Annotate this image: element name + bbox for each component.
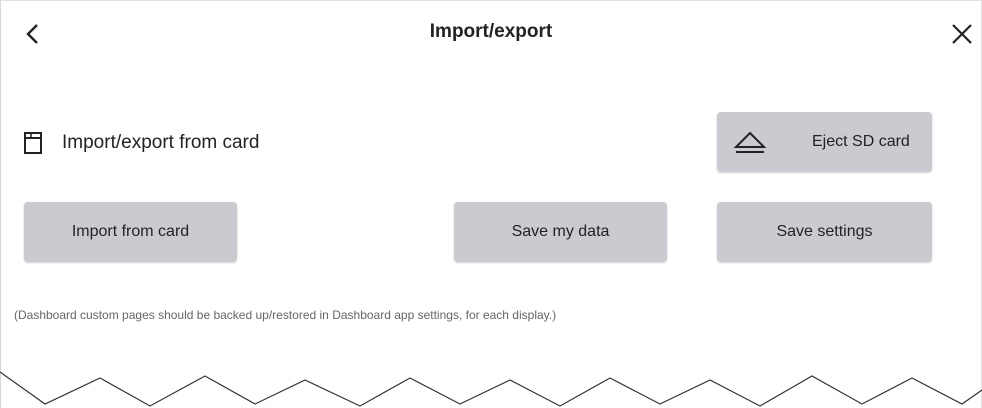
top-bar: Import/export — [0, 0, 982, 70]
import-from-card-button[interactable]: Import from card — [24, 202, 237, 262]
save-my-data-button[interactable]: Save my data — [454, 202, 667, 262]
card-section-label: Import/export from card — [62, 132, 260, 153]
sd-card-icon — [24, 132, 42, 154]
page-title: Import/export — [429, 21, 553, 42]
torn-edge-divider — [0, 371, 982, 407]
card-section: Import/export from card — [22, 128, 259, 158]
eject-sd-card-label: Eject SD card — [812, 133, 910, 150]
eject-icon — [733, 131, 767, 153]
save-settings-button[interactable]: Save settings — [717, 202, 932, 262]
close-icon — [952, 24, 972, 44]
eject-sd-card-button[interactable]: Eject SD card — [717, 112, 932, 172]
close-button[interactable] — [944, 16, 980, 52]
dashboard-backup-note: (Dashboard custom pages should be backed… — [14, 308, 557, 322]
